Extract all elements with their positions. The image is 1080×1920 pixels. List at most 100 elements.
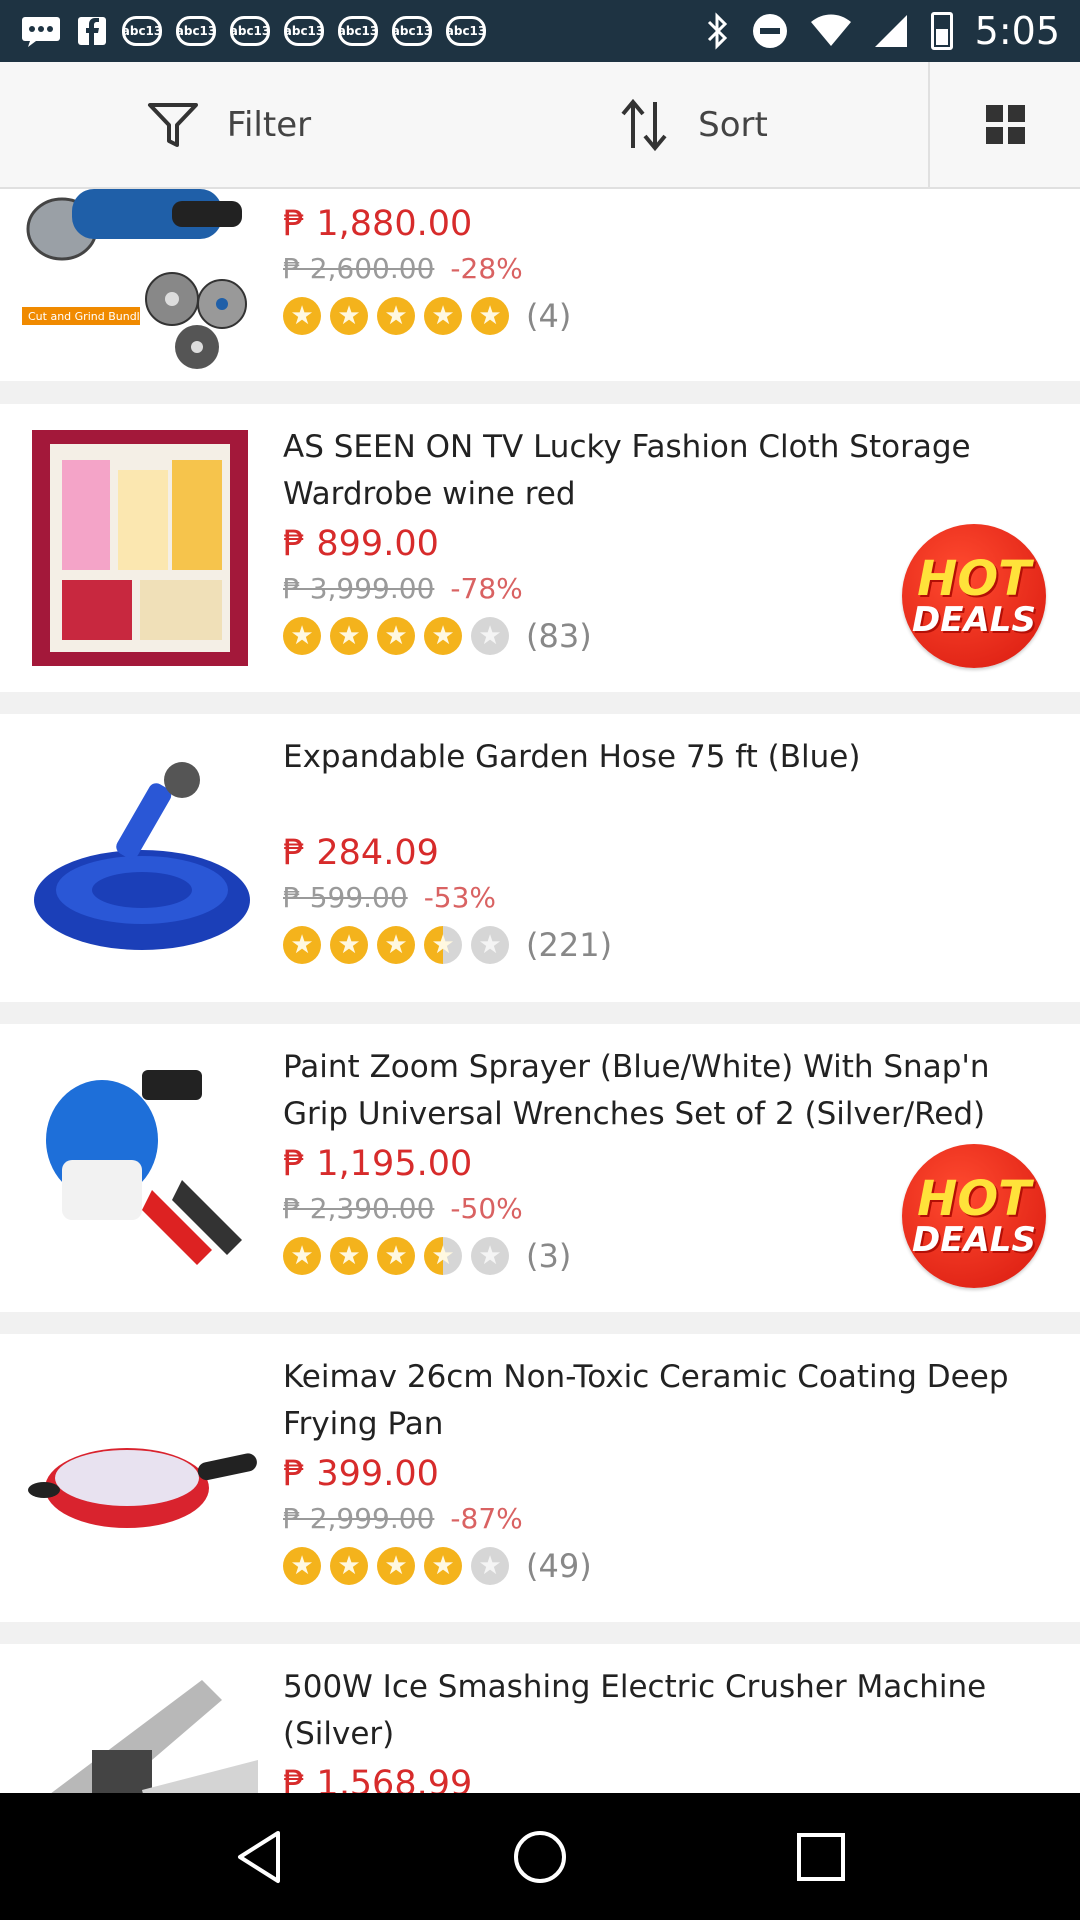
star-icon: ★ [283, 1547, 321, 1585]
product-image [22, 1050, 258, 1286]
original-price: ₱ 2,390.00 [283, 1192, 435, 1225]
sort-label: Sort [698, 104, 768, 145]
grid-view-toggle[interactable] [928, 62, 1080, 187]
star-icon: ★ [330, 1547, 368, 1585]
star-icon: ★ [471, 1547, 509, 1585]
product-card[interactable]: AS SEEN ON TV Lucky Fashion Cloth Storag… [0, 404, 1080, 692]
star-icon: ★ [283, 297, 321, 335]
review-count: (221) [526, 926, 613, 964]
rating-stars: ★ ★ ★ ★ ★ (3) [283, 1237, 840, 1275]
product-card[interactable]: Paint Zoom Sprayer (Blue/White) With Sna… [0, 1024, 1080, 1312]
filter-icon [147, 102, 198, 147]
product-title: Expandable Garden Hose 75 ft (Blue) [283, 739, 861, 775]
news-badge-icon: abc13 [446, 16, 486, 46]
discount-percent: -28% [450, 252, 523, 285]
product-image [22, 1360, 258, 1596]
star-icon: ★ [471, 926, 509, 964]
discount-percent: -78% [450, 572, 523, 605]
review-count: (49) [526, 1547, 592, 1585]
review-count: (4) [526, 297, 572, 335]
product-list[interactable]: Cut and Grind Bundle ₱ 1,880.00 ₱ 2,600.… [0, 189, 1080, 1793]
sort-icon [621, 98, 667, 151]
star-icon: ★ [330, 297, 368, 335]
discount-percent: -53% [423, 881, 497, 914]
product-info: Keimav 26cm Non-Toxic Ceramic Coating De… [283, 1354, 1050, 1585]
clock: 5:05 [974, 9, 1060, 53]
star-icon: ★ [377, 617, 415, 655]
product-price: ₱ 1,568.99 [283, 1764, 473, 1793]
original-price: ₱ 2,999.00 [283, 1502, 435, 1535]
original-price: ₱ 2,600.00 [283, 252, 435, 285]
review-count: (83) [526, 617, 592, 655]
star-icon: ★ [424, 617, 462, 655]
product-title: AS SEEN ON TV Lucky Fashion Cloth Storag… [283, 429, 971, 512]
facebook-icon [78, 17, 106, 45]
star-icon: ★ [471, 617, 509, 655]
product-card[interactable]: Keimav 26cm Non-Toxic Ceramic Coating De… [0, 1334, 1080, 1622]
rating-stars: ★ ★ ★ ★ ★ (49) [283, 1547, 1050, 1585]
star-icon: ★ [424, 926, 462, 964]
recent-apps-icon[interactable] [796, 1832, 846, 1882]
star-icon: ★ [471, 297, 509, 335]
do-not-disturb-icon [752, 14, 787, 48]
product-image [22, 1670, 258, 1793]
product-image: Cut and Grind Bundle [22, 189, 258, 371]
signal-icon [874, 15, 907, 47]
product-price: ₱ 399.00 [283, 1454, 439, 1494]
star-icon: ★ [377, 1547, 415, 1585]
news-badge-icon: abc13 [122, 16, 162, 46]
product-info: Paint Zoom Sprayer (Blue/White) With Sna… [283, 1044, 990, 1275]
news-badge-icon: abc13 [176, 16, 216, 46]
bundle-caption: Cut and Grind Bundle [28, 310, 147, 323]
star-icon: ★ [424, 1237, 462, 1275]
filter-sort-toolbar: Filter Sort [0, 62, 1080, 189]
product-title: Keimav 26cm Non-Toxic Ceramic Coating De… [283, 1359, 1009, 1442]
bluetooth-icon [707, 12, 727, 50]
star-icon: ★ [424, 1547, 462, 1585]
grid-view-icon [985, 105, 1025, 144]
product-price: ₱ 1,880.00 [283, 204, 473, 244]
product-title: 500W Ice Smashing Electric Crusher Machi… [283, 1669, 987, 1752]
star-icon: ★ [283, 1237, 321, 1275]
product-image [22, 430, 258, 666]
star-icon: ★ [283, 617, 321, 655]
product-price: ₱ 1,195.00 [283, 1144, 473, 1184]
product-info: Expandable Garden Hose 75 ft (Blue) ₱ 28… [283, 734, 1050, 964]
discount-percent: -87% [450, 1502, 523, 1535]
wifi-icon [810, 14, 851, 46]
rating-stars: ★ ★ ★ ★ ★ (4) [283, 297, 1050, 335]
hot-deals-badge: HOT DEALS [902, 1144, 1046, 1288]
product-title: Paint Zoom Sprayer (Blue/White) With Sna… [283, 1049, 990, 1132]
rating-stars: ★ ★ ★ ★ ★ (221) [283, 926, 1050, 964]
home-icon[interactable] [512, 1829, 568, 1885]
review-count: (3) [526, 1237, 572, 1275]
product-image [22, 740, 258, 976]
filter-label: Filter [226, 104, 312, 145]
product-info: 500W Ice Smashing Electric Crusher Machi… [283, 1664, 1050, 1793]
star-icon: ★ [330, 926, 368, 964]
star-icon: ★ [377, 926, 415, 964]
star-icon: ★ [330, 1237, 368, 1275]
product-info: ₱ 1,880.00 ₱ 2,600.00 -28% ★ ★ ★ ★ ★ (4) [283, 204, 1050, 335]
news-badge-icon: abc13 [392, 16, 432, 46]
original-price: ₱ 3,999.00 [283, 572, 435, 605]
news-badge-icon: abc13 [284, 16, 324, 46]
status-bar: abc13 abc13 abc13 abc13 abc13 abc13 abc1… [0, 0, 1080, 62]
news-badge-icon: abc13 [230, 16, 270, 46]
rating-stars: ★ ★ ★ ★ ★ (83) [283, 617, 840, 655]
back-icon[interactable] [234, 1829, 284, 1885]
product-card[interactable]: 500W Ice Smashing Electric Crusher Machi… [0, 1644, 1080, 1793]
sort-button[interactable]: Sort [458, 62, 928, 187]
star-icon: ★ [377, 1237, 415, 1275]
original-price: ₱ 599.00 [283, 881, 408, 914]
star-icon: ★ [424, 297, 462, 335]
star-icon: ★ [471, 1237, 509, 1275]
filter-button[interactable]: Filter [0, 62, 458, 187]
hot-deals-badge: HOT DEALS [902, 524, 1046, 668]
product-card[interactable]: Cut and Grind Bundle ₱ 1,880.00 ₱ 2,600.… [0, 189, 1080, 381]
product-card[interactable]: Expandable Garden Hose 75 ft (Blue) ₱ 28… [0, 714, 1080, 1002]
product-info: AS SEEN ON TV Lucky Fashion Cloth Storag… [283, 424, 971, 655]
message-icon [22, 17, 60, 47]
product-price: ₱ 899.00 [283, 524, 439, 564]
discount-percent: -50% [450, 1192, 523, 1225]
